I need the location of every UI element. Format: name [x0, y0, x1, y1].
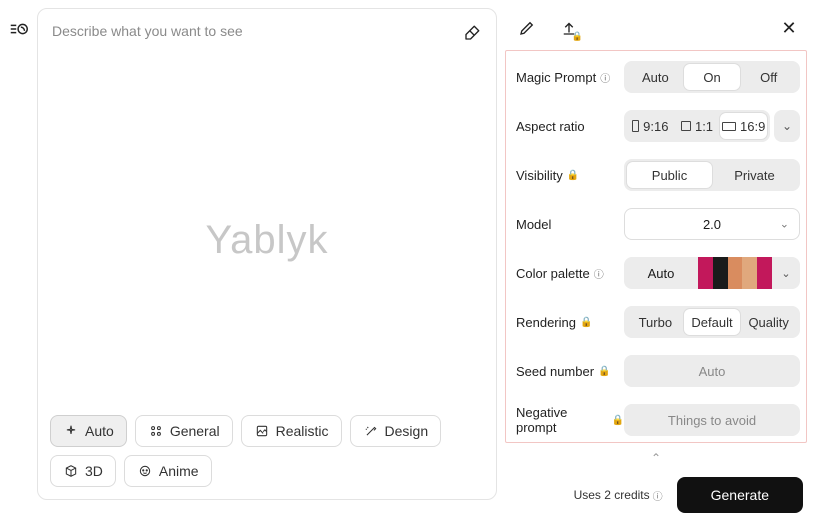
prompt-input[interactable] [52, 23, 462, 39]
pencil-icon[interactable] [515, 16, 539, 40]
label-rendering: Rendering [516, 315, 576, 330]
magic-prompt-off[interactable]: Off [740, 64, 797, 90]
landscape-icon [722, 122, 736, 131]
image-icon [254, 423, 270, 439]
rendering-quality[interactable]: Quality [740, 309, 797, 335]
style-chip-realistic[interactable]: Realistic [241, 415, 342, 447]
swatch-1 [698, 257, 713, 289]
negative-input[interactable] [624, 404, 800, 436]
style-chip-anime[interactable]: Anime [124, 455, 212, 487]
row-rendering: Rendering 🔒 Turbo Default Quality [516, 306, 800, 338]
aspect-9-16[interactable]: 9:16 [627, 113, 674, 139]
row-visibility: Visibility 🔒 Public Private [516, 159, 800, 191]
style-chip-auto[interactable]: Auto [50, 415, 127, 447]
seg-visibility: Public Private [624, 159, 800, 191]
label-aspect-ratio: Aspect ratio [516, 119, 585, 134]
seg-aspect-ratio: 9:16 1:1 16:9 [624, 110, 770, 142]
settings-panel: 🔒 ✕ Magic Prompt ⓘ Auto On Off [497, 0, 815, 508]
label-negative: Negative prompt [516, 405, 608, 435]
settings-box: Magic Prompt ⓘ Auto On Off Aspect ratio [505, 50, 807, 443]
aspect-more-icon[interactable]: ⌄ [774, 110, 800, 142]
magic-icon [363, 423, 379, 439]
magic-prompt-on[interactable]: On [684, 64, 741, 90]
info-icon[interactable]: ⓘ [600, 70, 610, 85]
chip-label: 3D [85, 463, 103, 479]
chip-label: Realistic [276, 423, 329, 439]
eraser-icon[interactable] [462, 23, 482, 43]
swatch-2 [713, 257, 728, 289]
lock-icon: 🔒 [572, 31, 583, 42]
lock-icon: 🔒 [580, 317, 592, 328]
magic-prompt-auto[interactable]: Auto [627, 64, 684, 90]
row-aspect-ratio: Aspect ratio 9:16 1:1 [516, 110, 800, 142]
prompt-row [38, 9, 496, 51]
palette-swatch[interactable] [698, 257, 772, 289]
palette-caret-icon[interactable]: ⌄ [772, 257, 800, 289]
info-icon[interactable]: ⓘ [653, 488, 663, 503]
style-chip-3d[interactable]: 3D [50, 455, 116, 487]
upload-icon[interactable]: 🔒 [557, 16, 581, 40]
seg-magic-prompt: Auto On Off [624, 61, 800, 93]
style-chips: Auto General Realistic Design [50, 415, 484, 487]
close-icon[interactable]: ✕ [777, 16, 801, 40]
label-magic-prompt: Magic Prompt [516, 70, 596, 85]
chip-label: General [170, 423, 220, 439]
info-icon[interactable]: ⓘ [594, 266, 604, 281]
row-seed: Seed number 🔒 [516, 355, 800, 387]
label-color-palette: Color palette [516, 266, 590, 281]
row-model: Model 2.0 ⌄ [516, 208, 800, 240]
row-negative: Negative prompt 🔒 [516, 404, 800, 436]
row-color-palette: Color palette ⓘ Auto ⌄ [516, 257, 800, 289]
chip-label: Design [385, 423, 429, 439]
footer: Uses 2 credits ⓘ Generate [505, 465, 807, 517]
rendering-turbo[interactable]: Turbo [627, 309, 684, 335]
portrait-icon [632, 120, 639, 132]
rendering-default[interactable]: Default [684, 309, 741, 335]
seed-input[interactable] [624, 355, 800, 387]
visibility-public[interactable]: Public [627, 162, 712, 188]
app-root: Yablyk Auto General Realistic [0, 0, 815, 508]
model-value: 2.0 [703, 217, 721, 232]
square-icon [681, 121, 691, 131]
face-icon [137, 463, 153, 479]
sparkle-icon [63, 423, 79, 439]
lock-icon: 🔒 [612, 415, 624, 426]
chip-label: Auto [85, 423, 114, 439]
row-magic-prompt: Magic Prompt ⓘ Auto On Off [516, 61, 800, 93]
visibility-private[interactable]: Private [712, 162, 797, 188]
prompt-panel: Yablyk Auto General Realistic [37, 8, 497, 500]
label-visibility: Visibility [516, 168, 563, 183]
lock-icon: 🔒 [598, 366, 610, 377]
seg-rendering: Turbo Default Quality [624, 306, 800, 338]
label-model: Model [516, 217, 551, 232]
watermark-text: Yablyk [205, 218, 328, 263]
palette-auto-button[interactable]: Auto [624, 257, 698, 289]
label-seed: Seed number [516, 364, 594, 379]
lock-icon: 🔒 [567, 170, 579, 181]
swatch-5 [757, 257, 772, 289]
chevron-down-icon: ⌄ [780, 218, 789, 231]
cube-icon [63, 463, 79, 479]
style-chip-design[interactable]: Design [350, 415, 442, 447]
aspect-16-9[interactable]: 16:9 [720, 113, 767, 139]
logo-icon [8, 18, 30, 508]
credits-text: Uses 2 credits ⓘ [574, 488, 663, 503]
swatch-4 [742, 257, 757, 289]
grid-icon [148, 423, 164, 439]
aspect-1-1[interactable]: 1:1 [674, 113, 721, 139]
chip-label: Anime [159, 463, 199, 479]
style-chip-general[interactable]: General [135, 415, 233, 447]
swatch-3 [728, 257, 743, 289]
model-select[interactable]: 2.0 ⌄ [624, 208, 800, 240]
left-gutter [0, 0, 37, 508]
top-icon-row: 🔒 ✕ [505, 8, 807, 50]
collapse-icon[interactable]: ⌃ [505, 451, 807, 465]
